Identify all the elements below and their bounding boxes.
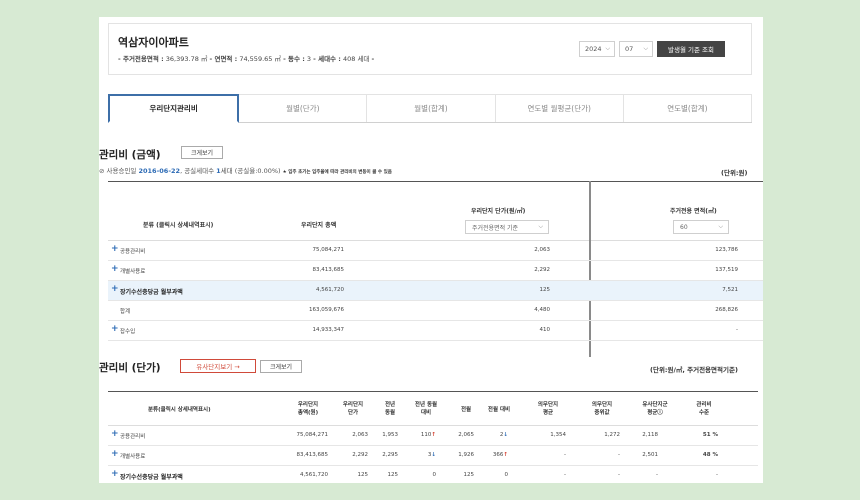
- arrow-down-icon: ↓: [431, 452, 436, 458]
- table-row[interactable]: + 개별사용료 83,413,685 2,292 2,295 3↓ 1,926 …: [108, 446, 758, 466]
- table-row-highlighted[interactable]: + 장기수선충당금 월부과액 4,561,720 125 7,521: [108, 281, 763, 301]
- apartment-info-box: 역삼자이아파트 - 주거전용면적 : 36,393.78 ㎡ - 연면적 : 7…: [108, 23, 752, 75]
- expand-plus-icon[interactable]: +: [111, 469, 119, 479]
- tab-monthly-unit[interactable]: 월별(단가): [239, 94, 368, 122]
- tab-bar: 우리단지관리비 월별(단가) 월별(합계) 연도별 월평균(단가) 연도별(합계…: [108, 94, 753, 123]
- approval-note: ⊘ 사용승인일 2016-06-22, 공실세대수 1세대 (공실율:0.00%…: [99, 167, 392, 175]
- zoom-button[interactable]: 크게보기: [181, 146, 223, 159]
- zoom-button-2[interactable]: 크게보기: [260, 360, 302, 373]
- table-row[interactable]: + 공용관리비 75,084,271 2,063 1,953 110↑ 2,06…: [108, 426, 758, 446]
- expand-plus-icon[interactable]: +: [111, 449, 119, 459]
- column-header: 전년 동월 대비: [414, 402, 438, 416]
- expand-plus-icon[interactable]: +: [111, 429, 119, 439]
- table-row[interactable]: + 공용관리비 75,084,271 2,063 123,786: [108, 241, 763, 261]
- table-header: 분류 (클릭시 상세내역표시) 우리단지 총액 우리단지 단가(원/㎡) 주거전…: [108, 181, 763, 241]
- unit-label-2: (단위:원/㎡, 주거전용면적기준): [650, 366, 738, 374]
- expand-plus-icon[interactable]: +: [111, 324, 119, 334]
- column-header: 우리단지 총액(원): [297, 402, 319, 416]
- table-row-total: 합계 163,059,676 4,480 268,826: [108, 301, 763, 321]
- tab-yearly-total[interactable]: 연도별(합계): [623, 94, 753, 122]
- column-header: 의무단지 평균: [537, 402, 559, 416]
- apartment-summary: - 주거전용면적 : 36,393.78 ㎡ - 연면적 : 74,559.65…: [118, 55, 375, 63]
- tab-monthly-total[interactable]: 월별(합계): [367, 94, 496, 122]
- section-title-amount: 관리비 (금액): [99, 149, 161, 161]
- table-row[interactable]: + 잡수입 14,933,347 410 -: [108, 321, 763, 341]
- expand-plus-icon[interactable]: +: [111, 244, 119, 254]
- table-header: 분류(클릭시 상세내역표시) 우리단지 총액(원) 우리단지 단가 전년 동월 전년 …: [108, 391, 758, 426]
- unit-label: (단위:원): [721, 169, 748, 177]
- similar-complex-button[interactable]: 유사단지보기 →: [180, 359, 256, 373]
- arrow-up-icon: ↑: [431, 432, 436, 438]
- table-row[interactable]: + 장기수선충당금 월부과액 4,561,720 125 125 0 125 0…: [108, 466, 758, 483]
- arrow-down-icon: ↓: [503, 432, 508, 438]
- tab-yearly-avg-unit[interactable]: 연도별 월평균(단가): [495, 94, 624, 122]
- column-header: 유사단지군 평균ⓘ: [642, 402, 668, 416]
- month-select[interactable]: 07 ⌵: [619, 41, 653, 57]
- column-header: 전년 동월: [384, 402, 396, 416]
- unit-basis-select[interactable]: 주거전용면적 기준 ⌵: [465, 220, 549, 234]
- section-title-unit: 관리비 (단가): [99, 362, 161, 374]
- column-header: 관리비 수준: [696, 402, 712, 416]
- chevron-down-icon: ⌵: [605, 45, 610, 52]
- table-row[interactable]: + 개별사용료 83,413,685 2,292 137,519: [108, 261, 763, 281]
- chevron-down-icon: ⌵: [538, 223, 543, 230]
- content-panel: 역삼자이아파트 - 주거전용면적 : 36,393.78 ㎡ - 연면적 : 7…: [99, 17, 763, 483]
- column-header: 의무단지 중위값: [591, 402, 613, 416]
- chevron-down-icon: ⌵: [718, 223, 723, 230]
- apartment-name: 역삼자이아파트: [118, 36, 189, 49]
- area-select[interactable]: 60 ⌵: [673, 220, 729, 234]
- chevron-down-icon: ⌵: [643, 45, 648, 52]
- column-header: 우리단지 단가: [342, 402, 364, 416]
- year-select[interactable]: 2024 ⌵: [579, 41, 615, 57]
- search-by-month-button[interactable]: 발생월 기준 조회: [657, 41, 725, 57]
- arrow-up-icon: ↑: [503, 452, 508, 458]
- tab-our-complex[interactable]: 우리단지관리비: [108, 94, 240, 123]
- expand-plus-icon[interactable]: +: [111, 264, 119, 274]
- expand-plus-icon[interactable]: +: [111, 284, 119, 294]
